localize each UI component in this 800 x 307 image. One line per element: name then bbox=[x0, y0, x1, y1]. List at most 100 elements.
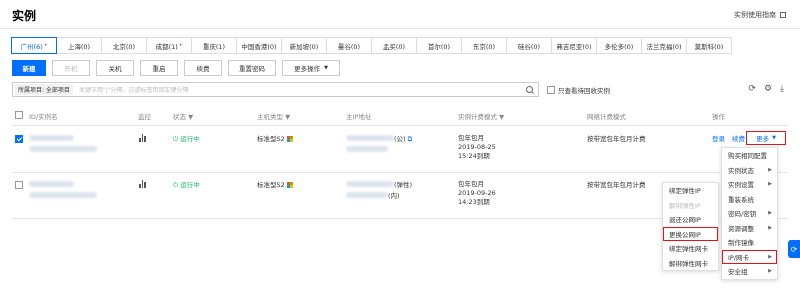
menu-item-instance-status[interactable]: 实例状态 ▶ bbox=[722, 163, 777, 178]
refresh-icon: ⟳ bbox=[790, 244, 798, 254]
instance-type: 标准型S2 bbox=[257, 135, 294, 144]
recycle-checkbox[interactable] bbox=[547, 86, 555, 94]
menu-item-bind-eip[interactable]: 绑定弹性IP bbox=[663, 183, 718, 198]
table-header: ID/实例名 监控 状态 ▼ 主机类型 ▼ 主IP地址 实例计费模式 ▼ 网络计… bbox=[12, 104, 788, 126]
power-icon: ⏻ bbox=[173, 135, 179, 143]
private-ip: (内) bbox=[346, 192, 400, 201]
gear-icon[interactable]: ⚙ bbox=[764, 84, 772, 94]
guide-link[interactable]: 实例使用指南 bbox=[734, 10, 786, 20]
search-input[interactable]: 所属项目: 全部项目 关键字用"|"分隔，过滤标签用回车键分隔 bbox=[12, 82, 539, 97]
ip-address: (弹性) bbox=[346, 181, 412, 190]
filter-icon[interactable]: ▼ bbox=[285, 113, 290, 121]
windows-icon bbox=[286, 181, 294, 189]
filter-icon[interactable]: ▼ bbox=[499, 113, 504, 121]
chevron-right-icon: ▶ bbox=[768, 224, 772, 231]
restart-button[interactable]: 重启 bbox=[140, 60, 178, 76]
menu-item-instance-settings[interactable]: 实例设置 ▶ bbox=[722, 177, 777, 192]
region-tabs: 广州(6) • 上海(0) 北京(0) 成都(1) • 重庆(1) 中国香港(0) … bbox=[11, 37, 732, 54]
network-billing: 按带宽包年包月计费 bbox=[587, 181, 646, 189]
chevron-right-icon: ▶ bbox=[768, 166, 772, 173]
region-tab-frankfurt[interactable]: 法兰克福(0) bbox=[641, 37, 687, 54]
region-tab-virginia[interactable]: 弗吉尼亚(0) bbox=[551, 37, 597, 54]
shutdown-button[interactable]: 关机 bbox=[96, 60, 134, 76]
row-checkbox[interactable] bbox=[15, 135, 23, 143]
guide-link-label: 实例使用指南 bbox=[734, 11, 776, 19]
menu-item-bind-eni[interactable]: 绑定弹性网卡 bbox=[663, 241, 718, 256]
menu-item-ip-nic[interactable]: IP/网卡 ▶ bbox=[722, 249, 777, 265]
instance-type: 标准型S2 bbox=[257, 181, 294, 190]
column-header-actions: 操作 bbox=[712, 113, 725, 121]
region-tab-beijing[interactable]: 北京(0) bbox=[101, 37, 147, 54]
ip-nic-submenu: 绑定弹性IP 解绑弹性IP 退还公网IP 更换公网IP 绑定弹性网卡 解绑弹性网… bbox=[662, 182, 719, 271]
chevron-right-icon: ▶ bbox=[768, 268, 772, 275]
feedback-float-button[interactable]: ⟳ bbox=[788, 240, 800, 258]
region-tab-singapore[interactable]: 新加坡(0) bbox=[281, 37, 327, 54]
billing-mode: 包年包月 2019-08-25 15:24到期 bbox=[458, 134, 496, 160]
caret-down-icon: ▼ bbox=[324, 65, 328, 71]
login-link[interactable]: 登录 bbox=[712, 135, 725, 144]
region-tab-chengdu[interactable]: 成都(1) • bbox=[146, 37, 192, 54]
download-icon[interactable]: ⤓ bbox=[780, 84, 784, 94]
search-icon[interactable] bbox=[525, 85, 535, 95]
header-divider bbox=[0, 28, 800, 29]
refresh-icon[interactable]: ⟳ bbox=[748, 84, 756, 94]
menu-item-unbind-eip[interactable]: 解绑弹性IP bbox=[663, 198, 718, 213]
menu-item-unbind-eni[interactable]: 解绑弹性网卡 bbox=[663, 256, 718, 271]
instance-name bbox=[29, 146, 97, 155]
column-header-status[interactable]: 状态 ▼ bbox=[173, 111, 193, 121]
region-tab-moscow[interactable]: 莫斯科(0) bbox=[686, 37, 732, 54]
monitor-icon[interactable] bbox=[139, 134, 146, 145]
row-checkbox[interactable] bbox=[15, 181, 23, 189]
menu-item-return-public-ip[interactable]: 退还公网IP bbox=[663, 212, 718, 227]
filter-icon[interactable]: ▼ bbox=[188, 113, 193, 121]
menu-item-password-key[interactable]: 密码/密钥 ▶ bbox=[722, 206, 777, 221]
region-tab-chongqing[interactable]: 重庆(1) bbox=[191, 37, 237, 54]
column-header-billing[interactable]: 实例计费模式 ▼ bbox=[458, 111, 504, 121]
instance-id[interactable] bbox=[29, 181, 74, 190]
ip-address: (公) ⧉ bbox=[346, 135, 412, 144]
region-tab-shanghai[interactable]: 上海(0) bbox=[56, 37, 102, 54]
column-header-type[interactable]: 主机类型 ▼ bbox=[257, 111, 290, 121]
new-button[interactable]: 新建 bbox=[12, 60, 46, 76]
table-row: ⏻ 运行中 标准型S2 (公) ⧉ 包年包月 2019-08-25 15:24到期 … bbox=[12, 127, 788, 173]
menu-item-change-public-ip[interactable]: 更换公网IP bbox=[663, 226, 718, 242]
billing-mode: 包年包月 2019-09-26 14:23到期 bbox=[458, 180, 496, 206]
menu-item-resource-adjust[interactable]: 资源调整 ▶ bbox=[722, 221, 777, 236]
monitor-icon[interactable] bbox=[139, 180, 146, 191]
menu-item-create-image[interactable]: 制作镜像 bbox=[722, 235, 777, 250]
renew-button[interactable]: 续费 bbox=[184, 60, 222, 76]
power-icon: ⏻ bbox=[173, 181, 179, 189]
search-placeholder: 关键字用"|"分隔，过滤标签用回车键分隔 bbox=[78, 87, 189, 94]
project-filter-tag[interactable]: 所属项目: 全部项目 bbox=[15, 84, 73, 95]
select-all-checkbox[interactable] bbox=[15, 111, 23, 119]
external-link-icon bbox=[780, 12, 786, 18]
column-header-ip: 主IP地址 bbox=[346, 113, 372, 121]
network-billing: 按带宽包年包月计费 bbox=[587, 135, 646, 143]
region-tab-hongkong[interactable]: 中国香港(0) bbox=[236, 37, 282, 54]
menu-item-buy-same[interactable]: 购买相同配置 bbox=[722, 148, 777, 163]
region-tab-bangkok[interactable]: 曼谷(0) bbox=[326, 37, 372, 54]
renew-link[interactable]: 续费 bbox=[732, 135, 745, 144]
region-tab-guangzhou[interactable]: 广州(6) • bbox=[11, 37, 57, 54]
copy-icon[interactable]: ⧉ bbox=[408, 135, 413, 143]
page-title: 实例 bbox=[12, 9, 37, 23]
instance-id[interactable] bbox=[29, 135, 74, 144]
region-tab-seoul[interactable]: 首尔(0) bbox=[416, 37, 462, 54]
region-tab-toronto[interactable]: 多伦多(0) bbox=[596, 37, 642, 54]
region-tab-siliconvalley[interactable]: 硅谷(0) bbox=[506, 37, 552, 54]
menu-item-reinstall[interactable]: 重装系统 bbox=[722, 192, 777, 207]
region-tab-mumbai[interactable]: 孟买(0) bbox=[371, 37, 417, 54]
instance-name bbox=[29, 192, 97, 201]
reset-password-button[interactable]: 重置密码 bbox=[228, 60, 276, 76]
table-tools: ⟳ ⚙ ⤓ bbox=[748, 84, 784, 94]
region-tab-tokyo[interactable]: 东京(0) bbox=[461, 37, 507, 54]
recycle-filter[interactable]: 只查看待回收实例 bbox=[547, 85, 610, 95]
menu-item-security-group[interactable]: 安全组 ▶ bbox=[722, 264, 777, 279]
more-actions-menu: 购买相同配置 实例状态 ▶ 实例设置 ▶ 重装系统 密码/密钥 ▶ 资源调整 ▶ 制作镜… bbox=[721, 147, 778, 280]
start-button[interactable]: 开机 bbox=[52, 60, 90, 76]
recycle-label: 只查看待回收实例 bbox=[558, 87, 610, 95]
column-header-id: ID/实例名 bbox=[29, 113, 58, 121]
more-actions-button[interactable]: 更多 ▼ bbox=[746, 131, 786, 145]
status-running: ⏻ 运行中 bbox=[173, 181, 200, 189]
more-ops-button[interactable]: 更多操作 ▼ bbox=[282, 60, 340, 76]
